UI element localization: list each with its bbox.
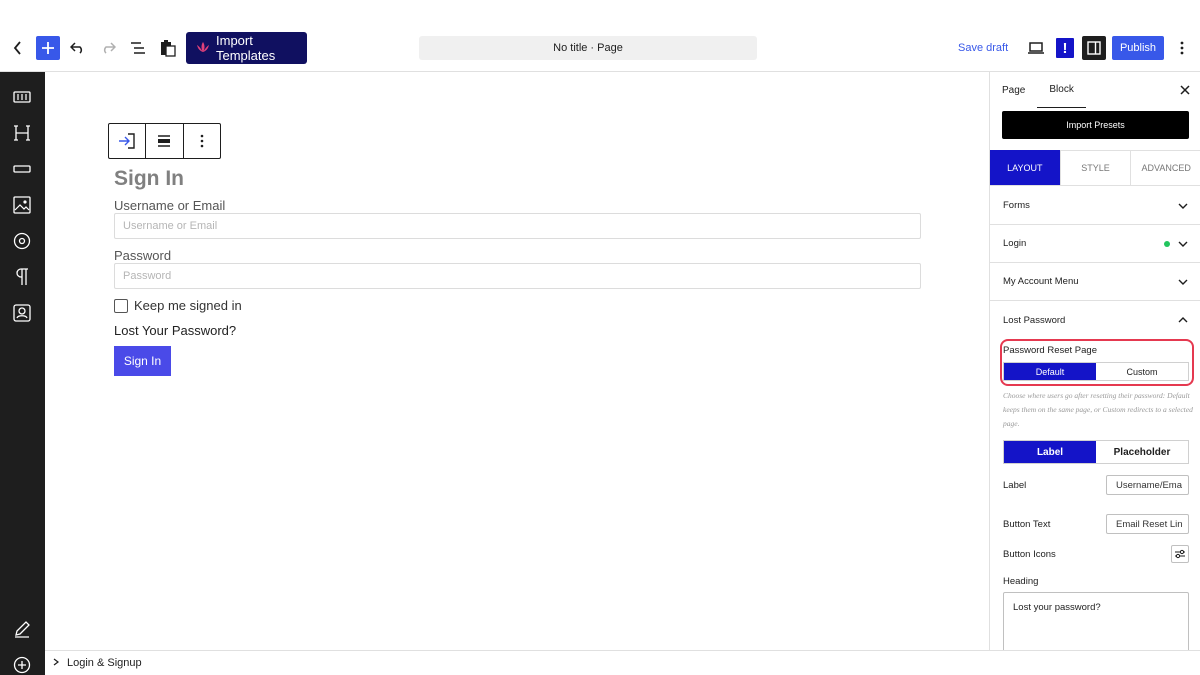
chevron-down-icon: [1178, 241, 1188, 247]
chevron-down-icon: [1178, 203, 1188, 209]
mode-tabs: LAYOUT STYLE ADVANCED: [990, 150, 1200, 186]
tab-advanced[interactable]: ADVANCED: [1130, 150, 1200, 185]
paragraph-block-icon[interactable]: [10, 265, 34, 289]
document-title-bar[interactable]: No title · Page: [419, 36, 757, 60]
section-label: My Account Menu: [1003, 276, 1079, 287]
breadcrumb-chevron-icon: [53, 657, 59, 669]
settings-panel: Page Block Import Presets LAYOUT STYLE A…: [989, 72, 1200, 650]
section-login[interactable]: Login: [990, 225, 1200, 263]
signin-submit-button[interactable]: Sign In: [114, 346, 171, 376]
username-input[interactable]: Username or Email: [114, 213, 921, 239]
icon-settings-button[interactable]: [1171, 545, 1189, 563]
add-circle-icon[interactable]: [10, 653, 34, 675]
heading-field-label: Heading: [1003, 576, 1039, 587]
exclamation-icon: !: [1062, 39, 1068, 57]
chevron-up-icon: [1178, 317, 1188, 323]
publish-button[interactable]: Publish: [1112, 36, 1164, 60]
chevron-down-icon: [1178, 279, 1188, 285]
block-options-icon[interactable]: [182, 124, 220, 158]
redo-icon[interactable]: [96, 36, 120, 60]
image-block-icon[interactable]: [10, 193, 34, 217]
sliders-icon: [1175, 549, 1185, 559]
breadcrumb-bar: Login & Signup: [45, 650, 1200, 675]
button-text-label: Button Text: [1003, 518, 1051, 530]
remember-me-row: Keep me signed in: [114, 298, 242, 313]
password-label: Password: [114, 248, 172, 263]
text-mode-label[interactable]: Label: [1004, 441, 1096, 463]
settings-sidebar-toggle[interactable]: [1082, 36, 1106, 60]
login-block-icon[interactable]: [10, 301, 34, 325]
circle-block-icon[interactable]: [10, 229, 34, 253]
section-my-account-menu[interactable]: My Account Menu: [990, 263, 1200, 301]
clipboard-icon[interactable]: [156, 36, 180, 60]
password-input[interactable]: Password: [114, 263, 921, 289]
status-dot: [1164, 240, 1170, 247]
save-draft-button[interactable]: Save draft: [958, 42, 1008, 54]
block-toolbar: [108, 123, 221, 159]
top-toolbar: Import Templates No title · Page Save dr…: [0, 0, 1200, 72]
undo-icon[interactable]: [66, 36, 90, 60]
tab-style[interactable]: STYLE: [1059, 150, 1131, 185]
heading-block-icon[interactable]: [10, 121, 34, 145]
text-mode-placeholder[interactable]: Placeholder: [1096, 441, 1188, 463]
desktop-preview-icon[interactable]: [1024, 36, 1048, 60]
label-input[interactable]: Username/Ema: [1106, 475, 1189, 495]
button-block-icon[interactable]: [10, 157, 34, 181]
more-options-icon[interactable]: [1170, 36, 1194, 60]
text-mode-toggle: Label Placeholder: [1003, 440, 1189, 464]
label-row: Label Username/Ema: [1003, 475, 1189, 495]
document-title: No title · Page: [553, 42, 623, 54]
section-label: Login: [1003, 238, 1027, 249]
password-reset-page-label: Password Reset Page: [1003, 345, 1097, 356]
login-arrow-icon[interactable]: [109, 124, 145, 158]
lotus-icon: [196, 41, 210, 56]
lost-password-link[interactable]: Lost Your Password?: [114, 323, 236, 338]
section-lost-password[interactable]: Lost Password: [990, 301, 1200, 339]
password-reset-help: Choose where users go after resetting th…: [1003, 391, 1193, 428]
section-label: Forms: [1003, 200, 1030, 211]
editor-canvas: Sign In Username or Email Username or Em…: [45, 72, 989, 650]
label-field-label: Label: [1003, 479, 1027, 491]
add-block-button[interactable]: [36, 36, 60, 60]
reset-option-default[interactable]: Default: [1004, 363, 1096, 380]
import-templates-label: Import Templates: [216, 33, 276, 63]
notice-button[interactable]: !: [1056, 38, 1074, 58]
username-label: Username or Email: [114, 198, 226, 213]
import-templates-button[interactable]: Import Templates: [186, 32, 307, 64]
back-chevron-icon[interactable]: [8, 36, 28, 60]
section-label: Lost Password: [1003, 314, 1066, 326]
panel-tabs: Page Block: [990, 72, 1200, 108]
section-forms[interactable]: Forms: [990, 187, 1200, 225]
password-reset-toggle: Default Custom: [1003, 362, 1189, 381]
button-text-row: Button Text Email Reset Lin: [1003, 514, 1189, 534]
slider-block-icon[interactable]: [10, 85, 34, 109]
list-view-icon[interactable]: [126, 36, 150, 60]
reset-option-custom[interactable]: Custom: [1096, 363, 1188, 380]
remember-me-label: Keep me signed in: [134, 298, 242, 313]
breadcrumb-item[interactable]: Login & Signup: [67, 657, 142, 669]
remember-me-checkbox[interactable]: [114, 298, 128, 313]
button-icons-row: Button Icons: [1003, 545, 1189, 563]
align-icon[interactable]: [145, 124, 182, 158]
close-icon[interactable]: [1180, 82, 1190, 98]
tab-layout[interactable]: LAYOUT: [990, 150, 1060, 185]
button-text-input[interactable]: Email Reset Lin: [1106, 514, 1189, 534]
import-presets-button[interactable]: Import Presets: [1002, 111, 1189, 139]
block-inserter-rail: [0, 72, 45, 675]
signin-heading: Sign In: [114, 167, 184, 190]
button-icons-label: Button Icons: [1003, 548, 1056, 560]
heading-textarea[interactable]: Lost your password?: [1003, 592, 1189, 650]
tab-page[interactable]: Page: [990, 72, 1037, 108]
tab-block[interactable]: Block: [1037, 72, 1086, 108]
edit-pencil-icon[interactable]: [10, 617, 34, 641]
